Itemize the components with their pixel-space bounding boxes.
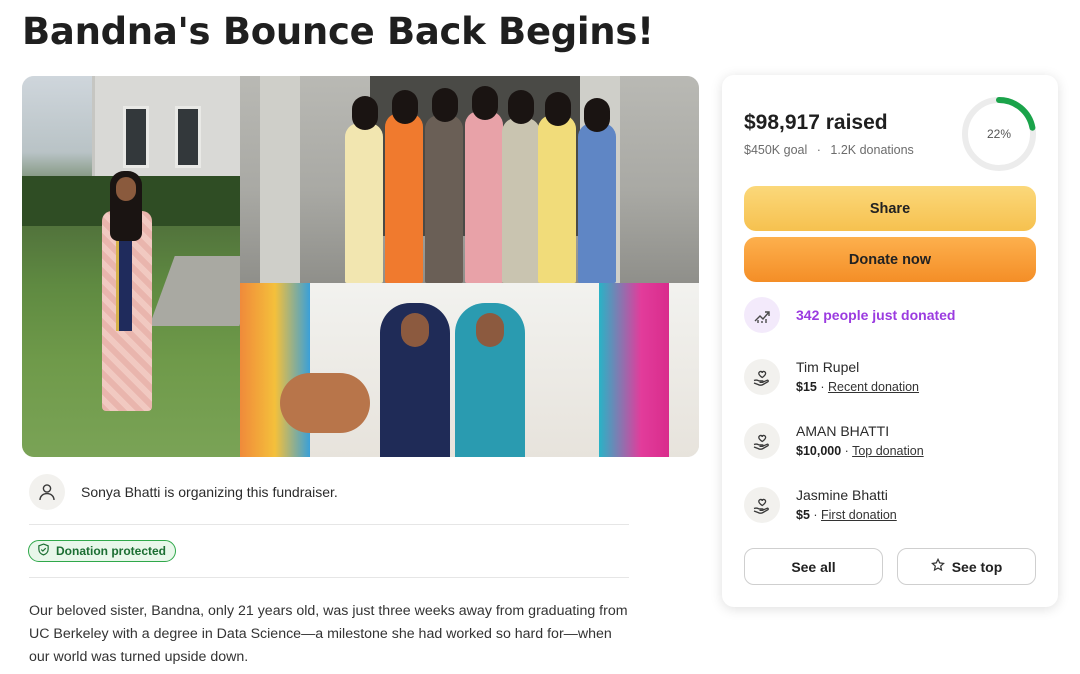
donor-meta: $15 · Recent donation [796,380,920,394]
group-photo [240,76,699,283]
festival-photo [240,283,699,457]
donor-row: Jasmine Bhatti $5 · First donation [744,485,897,525]
donor-amount: $15 [796,380,817,394]
donor-name: AMAN BHATTI [796,423,890,439]
donation-protected-badge[interactable]: Donation protected [28,540,176,562]
donor-row: AMAN BHATTI $10,000 · Top donation [744,421,924,461]
recent-donors-notice: 342 people just donated [744,297,955,333]
star-icon [930,557,945,575]
see-all-button[interactable]: See all [744,548,883,585]
see-top-label: See top [951,558,1003,575]
page-title: Bandna's Bounce Back Begins! [22,10,654,53]
see-top-button[interactable]: See top [897,548,1036,585]
donor-meta: $10,000 · Top donation [796,444,924,458]
badge-label: Donation protected [56,544,166,558]
donor-amount: $10,000 [796,444,842,458]
donor-tag-link[interactable]: Recent donation [828,380,919,394]
see-all-label: See all [791,558,836,575]
heart-hand-icon [744,423,780,459]
goal-summary: $450K goal · 1.2K donations [744,143,914,157]
trending-up-icon [744,297,780,333]
donation-count: 1.2K donations [830,143,914,157]
story-text: Our beloved sister, Bandna, only 21 year… [29,603,628,665]
goal-text: $450K goal [744,143,808,157]
shield-icon [37,543,50,559]
share-button[interactable]: Share [744,186,1036,231]
person-icon [29,474,65,510]
donation-card: $98,917 raised $450K goal · 1.2K donatio… [722,75,1058,607]
amount-raised: $98,917 raised [744,111,888,134]
donor-amount: $5 [796,508,810,522]
fundraiser-photo-collage[interactable] [22,76,699,457]
divider [29,577,629,578]
donate-now-button[interactable]: Donate now [744,237,1036,282]
donor-tag-link[interactable]: First donation [821,508,897,522]
heart-hand-icon [744,359,780,395]
divider [29,524,629,525]
donor-tag-link[interactable]: Top donation [852,444,924,458]
organizer-row: Sonya Bhatti is organizing this fundrais… [29,474,338,510]
donor-row: Tim Rupel $15 · Recent donation [744,357,919,397]
organizer-text: Sonya Bhatti is organizing this fundrais… [81,484,338,500]
donor-name: Jasmine Bhatti [796,487,888,503]
trend-text: 342 people just donated [796,307,956,323]
donor-meta: $5 · First donation [796,508,897,522]
progress-percent: 22% [986,127,1012,141]
heart-hand-icon [744,487,780,523]
graduation-photo [22,76,240,457]
donor-name: Tim Rupel [796,359,860,375]
